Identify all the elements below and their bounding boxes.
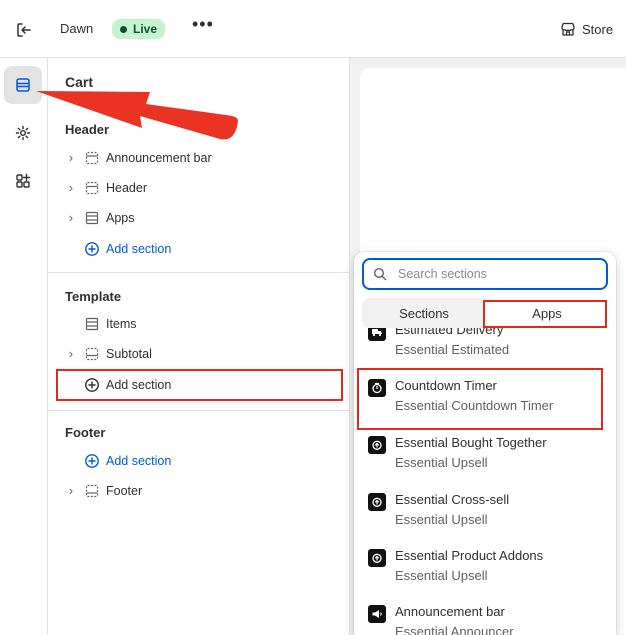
exit-icon[interactable] [14,20,34,40]
plus-circle-icon [84,241,100,257]
section-item-header[interactable]: › Header [64,176,334,200]
section-item-apps[interactable]: › Apps [64,206,334,230]
more-actions-button[interactable]: ••• [192,14,214,35]
section-item-footer[interactable]: › Footer [64,479,334,503]
upsell-icon [368,436,386,454]
section-icon [84,150,100,166]
app-name: Announcement bar [395,604,505,619]
settings-icon[interactable] [4,114,42,152]
status-dot-icon [120,25,127,33]
header-group-heading: Header [65,122,110,137]
app-provider: Essential Announcer [395,624,514,635]
chevron-right-icon[interactable]: › [64,211,78,225]
megaphone-icon [368,605,386,623]
left-rail [0,58,48,635]
divider [48,272,350,273]
section-icon [84,210,100,226]
section-item-subtotal[interactable]: › Subtotal [64,342,334,366]
app-name: Essential Bought Together [395,435,547,450]
section-icon [84,483,100,499]
tab-sections[interactable]: Sections [362,298,486,328]
app-name: Essential Cross-sell [395,492,510,507]
app-name: Estimated Delivery [395,328,504,337]
page-title: Cart [65,74,94,90]
section-item-label: Items [106,317,137,331]
section-icon [84,316,100,332]
chevron-right-icon[interactable]: › [64,151,78,165]
live-status-badge: Live [112,19,166,39]
delivery-truck-icon [368,328,386,341]
sections-panel: Cart Header › Announcement bar › Header … [48,58,350,635]
section-item-label: Header [106,181,147,195]
apps-icon[interactable] [4,162,42,200]
app-name: Essential Product Addons [395,548,544,563]
top-bar: Dawn Live ••• Store [0,0,626,58]
app-blocks-list: Estimated Delivery Essential Estimated C… [354,328,616,635]
app-provider: Essential Upsell [395,568,488,583]
highlight-box [357,368,603,430]
search-icon [373,267,387,281]
app-provider: Essential Estimated [395,342,510,357]
section-item-items[interactable]: Items [64,312,334,336]
section-icon [84,180,100,196]
add-section-label: Add section [106,454,172,468]
chevron-right-icon[interactable]: › [64,181,78,195]
add-section-popover: Sections Apps Estimated Delivery Essenti… [354,252,616,635]
add-section-label: Add section [106,242,172,256]
store-icon [561,22,575,36]
divider [48,410,350,411]
search-input[interactable] [396,266,590,282]
chevron-right-icon[interactable]: › [64,347,78,361]
chevron-right-icon[interactable]: › [64,484,78,498]
app-provider: Essential Upsell [395,512,488,527]
theme-name[interactable]: Dawn [60,21,93,36]
sections-icon[interactable] [4,66,42,104]
footer-group-heading: Footer [65,425,106,440]
section-item-announcement-bar[interactable]: › Announcement bar [64,146,334,170]
section-item-label: Announcement bar [106,151,212,165]
list-item[interactable]: Essential Product Addons Essential Upsel… [368,544,608,588]
app-provider: Essential Upsell [395,455,488,470]
plus-circle-icon [84,453,100,469]
add-section-button-header[interactable]: Add section [64,237,334,261]
store-label: Store [582,21,614,37]
section-item-label: Apps [106,211,135,225]
search-field[interactable] [362,258,608,290]
highlight-box [483,300,607,328]
list-item[interactable]: Announcement bar Essential Announcer [368,600,608,635]
list-item[interactable]: Essential Cross-sell Essential Upsell [368,488,608,532]
status-badge-label: Live [133,22,158,36]
template-group-heading: Template [65,289,122,304]
list-item[interactable]: Essential Bought Together Essential Upse… [368,431,608,475]
section-item-label: Footer [106,484,143,498]
section-item-label: Subtotal [106,347,152,361]
upsell-icon [368,549,386,567]
upsell-icon [368,493,386,511]
list-item[interactable]: Estimated Delivery Essential Estimated [368,328,608,362]
highlight-box [56,369,343,401]
store-button[interactable]: Store [560,21,613,37]
add-section-button-footer[interactable]: Add section [64,449,334,473]
section-icon [84,346,100,362]
